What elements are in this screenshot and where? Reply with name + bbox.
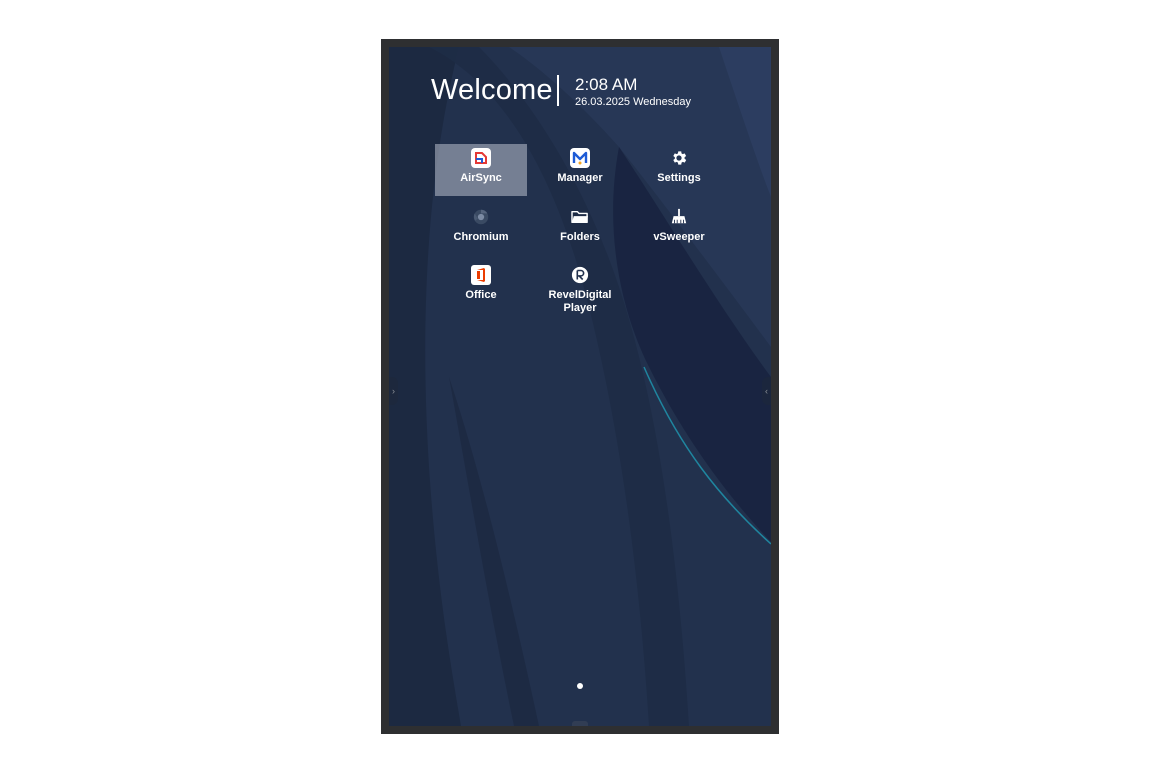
page-indicator-dot <box>577 683 583 689</box>
app-office[interactable]: Office <box>435 261 527 313</box>
airsync-icon <box>471 148 491 168</box>
clock-date: 26.03.2025 Wednesday <box>575 96 691 108</box>
right-edge-handle[interactable]: ‹ <box>762 377 771 405</box>
bottom-handle[interactable] <box>572 721 588 726</box>
welcome-title: Welcome <box>431 74 553 106</box>
app-label: vSweeper <box>653 231 705 243</box>
app-settings[interactable]: Settings <box>633 144 725 196</box>
app-vsweeper[interactable]: vSweeper <box>633 203 725 255</box>
header-divider <box>557 75 559 106</box>
app-label: Office <box>465 289 497 301</box>
app-manager[interactable]: Manager <box>534 144 626 196</box>
folder-icon <box>570 207 590 227</box>
app-label: RevelDigital Player <box>548 289 612 314</box>
app-label: Chromium <box>453 231 509 243</box>
app-reveldigital-player[interactable]: RevelDigital Player <box>534 261 626 327</box>
broom-icon <box>669 207 689 227</box>
reveldigital-icon <box>570 265 590 285</box>
manager-icon <box>570 148 590 168</box>
clock-time: 2:08 AM <box>575 75 638 94</box>
chromium-icon <box>471 207 491 227</box>
app-label: AirSync <box>460 172 502 184</box>
home-screen: Welcome 2:08 AM 26.03.2025 Wednesday Air… <box>389 47 771 726</box>
display-bezel: Welcome 2:08 AM 26.03.2025 Wednesday Air… <box>381 39 779 734</box>
app-label: Settings <box>657 172 701 184</box>
left-edge-handle[interactable]: › <box>389 377 398 405</box>
office-icon <box>471 265 491 285</box>
app-folders[interactable]: Folders <box>534 203 626 255</box>
app-airsync[interactable]: AirSync <box>435 144 527 196</box>
app-label: Folders <box>560 231 600 243</box>
app-label: Manager <box>557 172 603 184</box>
app-chromium[interactable]: Chromium <box>435 203 527 255</box>
gear-icon <box>669 148 689 168</box>
